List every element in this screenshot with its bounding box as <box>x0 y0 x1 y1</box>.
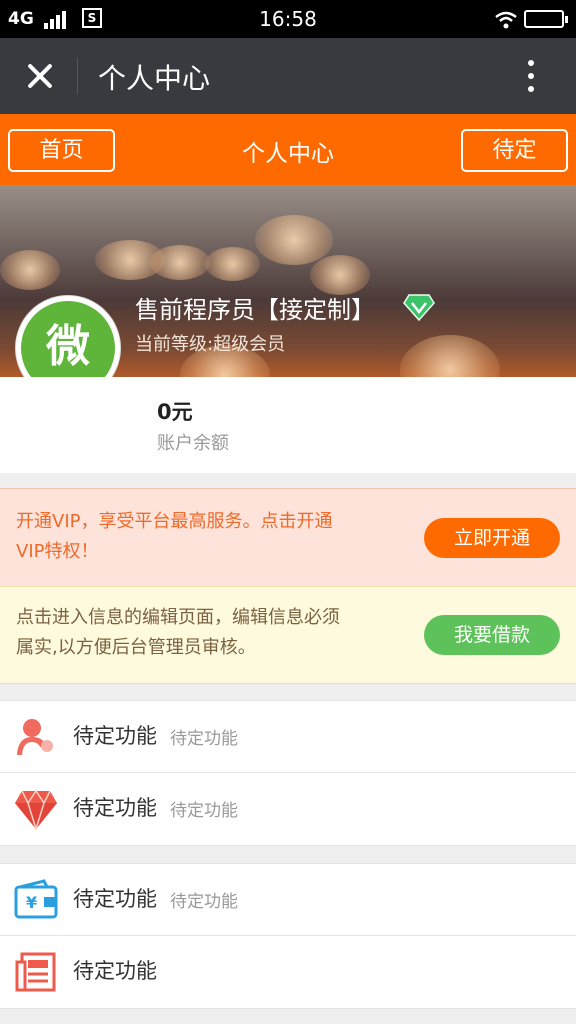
pending-button[interactable]: 待定 <box>461 129 568 172</box>
page-header: 首页 个人中心 待定 <box>0 114 576 185</box>
wallet-icon: ¥ <box>14 879 58 919</box>
user-icon <box>17 719 53 755</box>
bokeh-light <box>310 255 370 295</box>
menu-item[interactable]: ¥ 待定功能 待定功能 <box>0 863 576 936</box>
home-button[interactable]: 首页 <box>8 129 115 172</box>
menu-item-sublabel: 待定功能 <box>170 801 238 821</box>
username: 售前程序员【接定制】 <box>135 296 375 324</box>
menu-item[interactable]: 待定功能 <box>0 936 576 1009</box>
member-level: 当前等级:超级会员 <box>135 334 286 355</box>
vip-promo: 开通VIP，享受平台最高服务。点击开通 VIP特权！ 立即开通 <box>0 488 576 586</box>
menu-item-sublabel: 待定功能 <box>170 892 238 912</box>
bokeh-light <box>150 245 210 280</box>
balance-label: 账户余额 <box>157 433 229 454</box>
status-bar: 4G S 16:58 <box>0 0 576 38</box>
borrow-button[interactable]: 我要借款 <box>424 615 560 655</box>
bokeh-light <box>400 335 500 377</box>
svg-text:¥: ¥ <box>26 893 37 912</box>
loan-promo: 点击进入信息的编辑页面，编辑信息必须 属实,以方便后台管理员审核。 我要借款 <box>0 586 576 684</box>
loan-promo-line: 点击进入信息的编辑页面，编辑信息必须 <box>16 607 340 628</box>
clock: 16:58 <box>259 7 317 31</box>
wifi-icon <box>495 11 517 29</box>
menu-item[interactable]: 待定功能 待定功能 <box>0 773 576 846</box>
menu-item-label: 待定功能 <box>73 724 157 748</box>
menu-item-label: 待定功能 <box>73 959 157 983</box>
bokeh-light <box>0 250 60 290</box>
vip-promo-text: 开通VIP，享受平台最高服务。点击开通 VIP特权！ <box>16 507 396 567</box>
menu-item[interactable]: 待定功能 待定功能 <box>0 700 576 773</box>
vip-promo-line: VIP特权！ <box>16 541 99 562</box>
bokeh-light <box>205 247 260 281</box>
document-icon <box>15 952 56 992</box>
close-icon[interactable] <box>20 56 60 96</box>
battery-icon <box>524 10 568 28</box>
menu-item-label: 待定功能 <box>73 887 157 911</box>
gem-icon <box>15 789 57 831</box>
more-options-icon[interactable] <box>516 54 546 98</box>
titlebar-divider <box>77 58 78 94</box>
vip-promo-line: 开通VIP，享受平台最高服务。点击开通 <box>16 511 333 532</box>
menu-item-sublabel: 待定功能 <box>170 729 238 749</box>
balance-amount: 0元 <box>157 400 193 424</box>
diamond-icon <box>403 294 435 321</box>
loan-promo-line: 属实,以方便后台管理员审核。 <box>16 637 256 658</box>
menu-item-label: 待定功能 <box>73 796 157 820</box>
open-vip-button[interactable]: 立即开通 <box>424 518 560 558</box>
bokeh-light <box>255 215 333 265</box>
loan-promo-text: 点击进入信息的编辑页面，编辑信息必须 属实,以方便后台管理员审核。 <box>16 603 396 663</box>
balance-section: 0元 账户余额 <box>0 377 576 473</box>
app-titlebar: 个人中心 <box>0 38 576 114</box>
window-title: 个人中心 <box>98 62 211 95</box>
